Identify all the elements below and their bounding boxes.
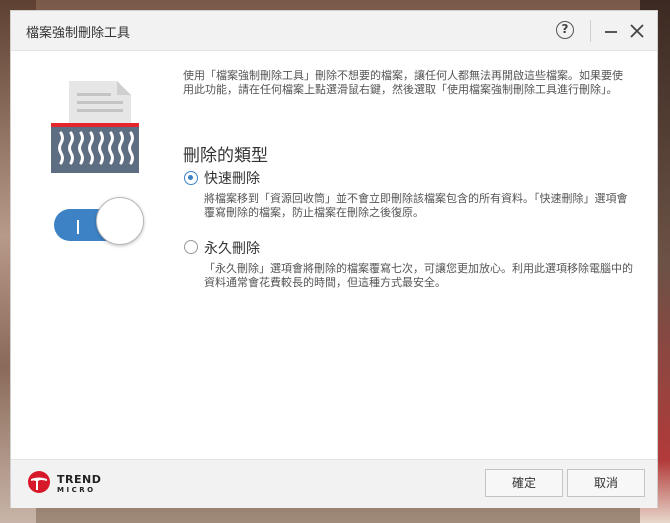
dialog-footer: TREND MICRO 確定 取消 [11, 459, 657, 508]
trend-micro-logo-icon [28, 471, 50, 493]
permanent-delete-radio[interactable] [184, 240, 198, 254]
toggle-knob[interactable] [96, 197, 144, 245]
quick-delete-radio[interactable] [184, 171, 198, 185]
deletion-type-heading: 刪除的類型 [183, 146, 268, 166]
permanent-delete-description: 「永久刪除」選項會將刪除的檔案覆寫七次，可讓您更加放心。利用此選項移除電腦中的資… [204, 262, 633, 289]
minimize-icon[interactable] [603, 23, 619, 39]
file-shredder-icon [51, 81, 139, 173]
titlebar-divider [590, 20, 591, 42]
ok-button[interactable]: 確定 [485, 469, 563, 497]
brand-name-line1: TREND [57, 473, 102, 486]
window-title: 檔案強制刪除工具 [26, 26, 131, 41]
intro-text: 使用「檔案強制刪除工具」刪除不想要的檔案，讓任何人都無法再開啟這些檔案。如果要使… [183, 69, 623, 96]
title-bar[interactable]: 檔案強制刪除工具 ? [11, 11, 657, 51]
brand-name-line2: MICRO [57, 486, 96, 494]
permanent-delete-label[interactable]: 永久刪除 [204, 238, 260, 258]
cancel-button[interactable]: 取消 [567, 469, 645, 497]
shredder-toggle[interactable] [54, 197, 144, 247]
toggle-on-indicator [77, 220, 79, 234]
close-icon[interactable] [629, 23, 645, 39]
quick-delete-label[interactable]: 快速刪除 [204, 168, 260, 188]
quick-delete-description: 將檔案移到「資源回收筒」並不會立即刪除該檔案包含的所有資料。「快速刪除」選項會覆… [204, 192, 628, 219]
help-icon[interactable]: ? [556, 21, 574, 39]
file-shredder-dialog: 檔案強制刪除工具 ? 使用「檔案強制刪除工具」刪除不想要的檔案，讓任何人都無法再… [10, 10, 658, 508]
